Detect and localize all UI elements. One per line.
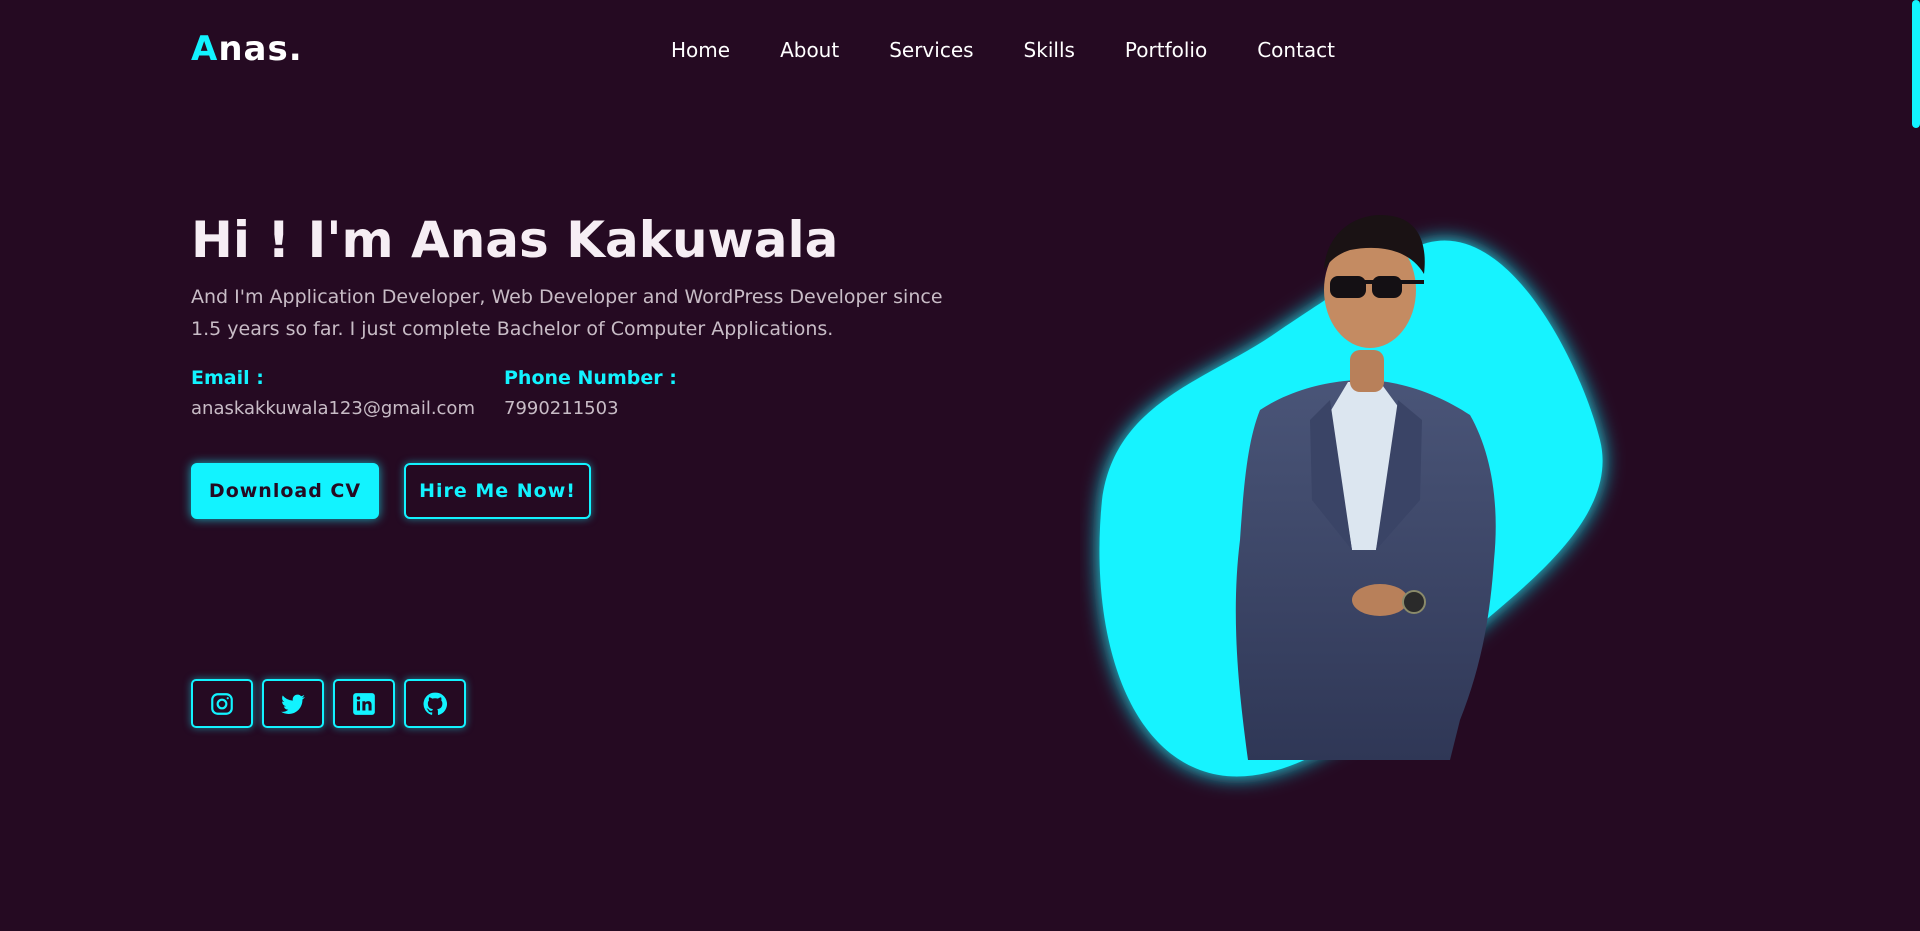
hero-description: And I'm Application Developer, Web Devel… xyxy=(191,286,943,340)
hero-title: Hi ! I'm Anas Kakuwala xyxy=(191,211,839,269)
nav-services[interactable]: Services xyxy=(889,36,973,64)
main-nav: Home About Services Skills Portfolio Con… xyxy=(671,36,1335,64)
hire-me-button[interactable]: Hire Me Now! xyxy=(404,463,591,519)
nav-about[interactable]: About xyxy=(780,36,839,64)
scrollbar-thumb[interactable] xyxy=(1912,0,1920,128)
nav-contact[interactable]: Contact xyxy=(1257,36,1335,64)
twitter-button[interactable] xyxy=(262,679,324,728)
hero-portrait xyxy=(1099,214,1603,777)
nav-home[interactable]: Home xyxy=(671,36,730,64)
github-icon xyxy=(423,692,448,715)
phone-value: 7990211503 xyxy=(504,398,619,419)
logo-text: nas. xyxy=(218,29,303,69)
instagram-button[interactable] xyxy=(191,679,253,728)
phone-label: Phone Number : xyxy=(504,367,677,389)
linkedin-button[interactable] xyxy=(333,679,395,728)
nav-skills[interactable]: Skills xyxy=(1024,36,1075,64)
scrollbar-track[interactable] xyxy=(1912,0,1920,931)
email-label: Email : xyxy=(191,367,264,389)
twitter-icon xyxy=(281,694,305,714)
nav-portfolio[interactable]: Portfolio xyxy=(1125,36,1207,64)
download-cv-button[interactable]: Download CV xyxy=(191,463,379,519)
instagram-icon xyxy=(211,692,233,715)
linkedin-icon xyxy=(353,692,375,715)
email-value: anaskakkuwala123@gmail.com xyxy=(191,398,475,419)
github-button[interactable] xyxy=(404,679,466,728)
page: Anas. Home About Services Skills Portfol… xyxy=(0,0,1920,931)
logo[interactable]: Anas. xyxy=(191,27,303,71)
logo-initial: A xyxy=(191,29,219,69)
